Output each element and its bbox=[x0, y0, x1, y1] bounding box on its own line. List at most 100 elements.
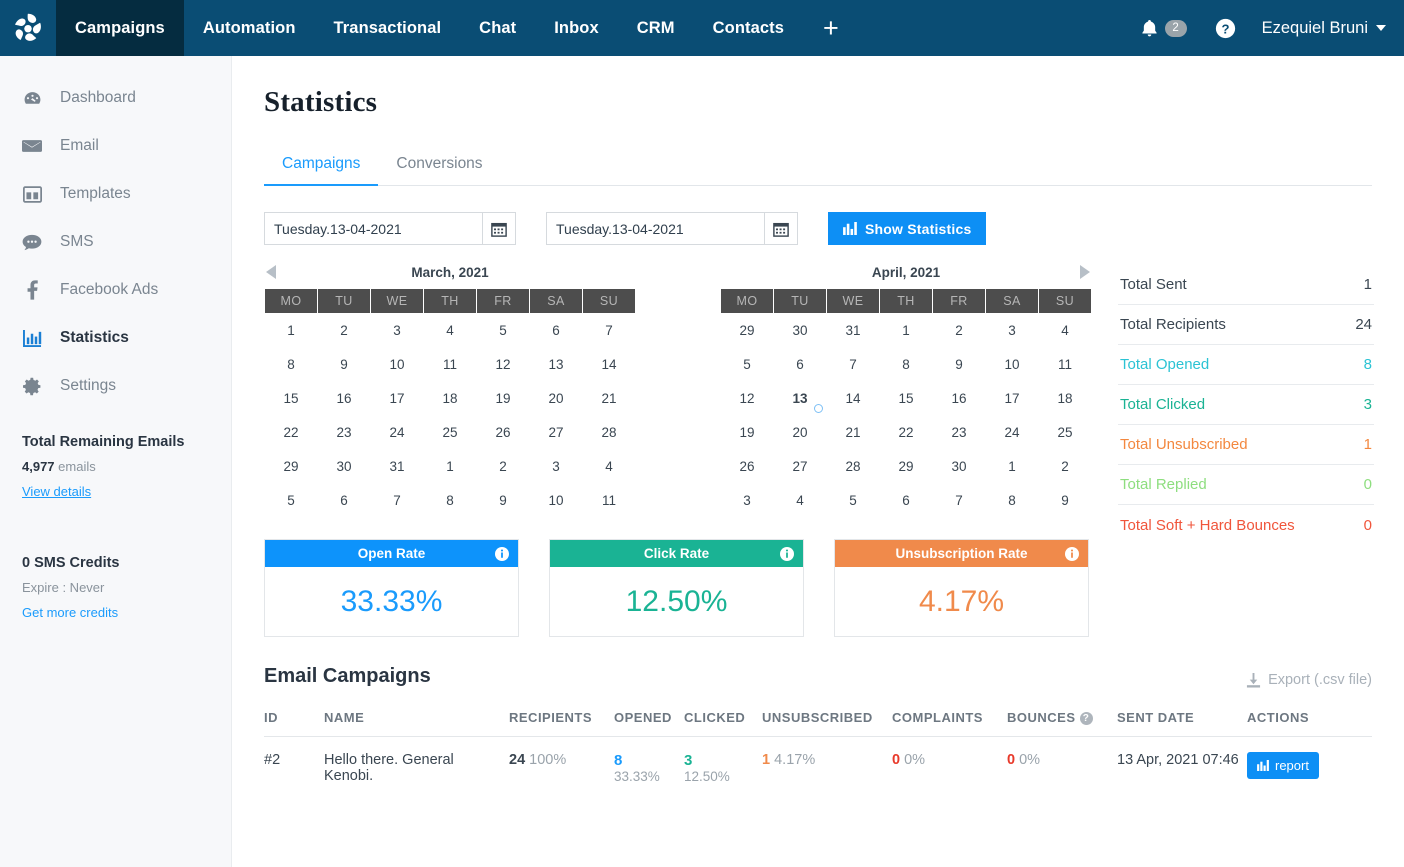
help-question-icon[interactable]: ? bbox=[1079, 712, 1093, 725]
tab-campaigns[interactable]: Campaigns bbox=[264, 146, 379, 186]
notifications-button[interactable]: 2 bbox=[1129, 19, 1199, 38]
calendar-day[interactable]: 1 bbox=[264, 313, 318, 348]
calendar-day[interactable]: 3 bbox=[529, 449, 583, 484]
calendar-day[interactable]: 29 bbox=[879, 449, 933, 484]
calendar-day[interactable]: 1 bbox=[985, 449, 1039, 484]
calendar-day-selected[interactable]: 13 bbox=[773, 381, 827, 416]
calendar-day[interactable]: 17 bbox=[985, 381, 1039, 416]
calendar-day[interactable]: 27 bbox=[773, 449, 827, 484]
calendar-day[interactable]: 8 bbox=[879, 347, 933, 382]
calendar-day[interactable]: 23 bbox=[932, 415, 986, 450]
calendar-day[interactable]: 10 bbox=[529, 483, 583, 518]
info-icon[interactable] bbox=[780, 546, 794, 561]
calendar-day[interactable]: 11 bbox=[582, 483, 636, 518]
calendar-day[interactable]: 11 bbox=[423, 347, 477, 382]
sidebar-item-facebook-ads[interactable]: Facebook Ads bbox=[0, 266, 231, 314]
calendar-day[interactable]: 12 bbox=[720, 381, 774, 416]
user-menu[interactable]: Ezequiel Bruni bbox=[1252, 19, 1386, 38]
date-to-calendar-button[interactable] bbox=[764, 212, 798, 245]
calendar-day[interactable]: 5 bbox=[826, 483, 880, 518]
calendar-day[interactable]: 14 bbox=[826, 381, 880, 416]
info-icon[interactable] bbox=[1065, 546, 1079, 561]
calendar-day[interactable]: 19 bbox=[720, 415, 774, 450]
calendar-day[interactable]: 23 bbox=[317, 415, 371, 450]
calendar-day[interactable]: 1 bbox=[879, 313, 933, 348]
calendar-day[interactable]: 25 bbox=[1038, 415, 1092, 450]
date-from-input[interactable] bbox=[264, 212, 482, 245]
calendar-day[interactable]: 9 bbox=[476, 483, 530, 518]
calendar-day[interactable]: 2 bbox=[317, 313, 371, 348]
calendar-day[interactable]: 8 bbox=[423, 483, 477, 518]
calendar-day[interactable]: 2 bbox=[1038, 449, 1092, 484]
nav-item-crm[interactable]: CRM bbox=[618, 0, 694, 56]
calendar-day[interactable]: 26 bbox=[476, 415, 530, 450]
calendar-day[interactable]: 31 bbox=[826, 313, 880, 348]
calendar-day[interactable]: 1 bbox=[423, 449, 477, 484]
get-more-credits-link[interactable]: Get more credits bbox=[22, 605, 118, 620]
tab-conversions[interactable]: Conversions bbox=[378, 146, 500, 186]
info-icon[interactable] bbox=[495, 546, 509, 561]
calendar-day[interactable]: 24 bbox=[985, 415, 1039, 450]
calendar-day[interactable]: 26 bbox=[720, 449, 774, 484]
nav-item-automation[interactable]: Automation bbox=[184, 0, 315, 56]
calendar-day[interactable]: 3 bbox=[720, 483, 774, 518]
calendar-day[interactable]: 18 bbox=[423, 381, 477, 416]
nav-item-contacts[interactable]: Contacts bbox=[694, 0, 803, 56]
calendar-day[interactable]: 27 bbox=[529, 415, 583, 450]
calendar-day[interactable]: 11 bbox=[1038, 347, 1092, 382]
calendar-day[interactable]: 4 bbox=[423, 313, 477, 348]
show-statistics-button[interactable]: Show Statistics bbox=[828, 212, 987, 245]
calendar-day[interactable]: 28 bbox=[582, 415, 636, 450]
nav-item-chat[interactable]: Chat bbox=[460, 0, 535, 56]
calendar-day[interactable]: 29 bbox=[264, 449, 318, 484]
export-csv-button[interactable]: Export (.csv file) bbox=[1246, 672, 1372, 688]
nav-item-campaigns[interactable]: Campaigns bbox=[56, 0, 184, 56]
date-from-calendar-button[interactable] bbox=[482, 212, 516, 245]
date-to-input[interactable] bbox=[546, 212, 764, 245]
sidebar-item-sms[interactable]: SMS bbox=[0, 218, 231, 266]
calendar-day[interactable]: 7 bbox=[582, 313, 636, 348]
calendar-day[interactable]: 2 bbox=[476, 449, 530, 484]
calendar-day[interactable]: 14 bbox=[582, 347, 636, 382]
calendar-day[interactable]: 6 bbox=[529, 313, 583, 348]
calendar-day[interactable]: 16 bbox=[932, 381, 986, 416]
calendar-day[interactable]: 6 bbox=[773, 347, 827, 382]
calendar-day[interactable]: 21 bbox=[582, 381, 636, 416]
calendar-day[interactable]: 15 bbox=[264, 381, 318, 416]
table-row[interactable]: #2 Hello there. General Kenobi. 24 100% … bbox=[264, 737, 1372, 801]
calendar-day[interactable]: 16 bbox=[317, 381, 371, 416]
calendar-next-arrow-icon[interactable] bbox=[1080, 265, 1090, 279]
calendar-day[interactable]: 9 bbox=[1038, 483, 1092, 518]
calendar-day[interactable]: 30 bbox=[932, 449, 986, 484]
calendar-day[interactable]: 4 bbox=[582, 449, 636, 484]
calendar-day[interactable]: 30 bbox=[317, 449, 371, 484]
calendar-day[interactable]: 7 bbox=[826, 347, 880, 382]
sidebar-item-dashboard[interactable]: Dashboard bbox=[0, 74, 231, 122]
calendar-day[interactable]: 7 bbox=[370, 483, 424, 518]
calendar-day[interactable]: 6 bbox=[879, 483, 933, 518]
sidebar-item-statistics[interactable]: Statistics bbox=[0, 314, 231, 362]
calendar-day[interactable]: 4 bbox=[1038, 313, 1092, 348]
calendar-day[interactable]: 8 bbox=[985, 483, 1039, 518]
calendar-day[interactable]: 18 bbox=[1038, 381, 1092, 416]
calendar-day[interactable]: 5 bbox=[476, 313, 530, 348]
nav-item-inbox[interactable]: Inbox bbox=[535, 0, 618, 56]
calendar-day[interactable]: 22 bbox=[264, 415, 318, 450]
sidebar-item-templates[interactable]: Templates bbox=[0, 170, 231, 218]
calendar-day[interactable]: 6 bbox=[317, 483, 371, 518]
view-details-link[interactable]: View details bbox=[22, 484, 91, 499]
calendar-day[interactable]: 19 bbox=[476, 381, 530, 416]
calendar-day[interactable]: 15 bbox=[879, 381, 933, 416]
calendar-day[interactable]: 12 bbox=[476, 347, 530, 382]
calendar-day[interactable]: 24 bbox=[370, 415, 424, 450]
nav-item-transactional[interactable]: Transactional bbox=[315, 0, 461, 56]
calendar-day[interactable]: 31 bbox=[370, 449, 424, 484]
calendar-day[interactable]: 3 bbox=[370, 313, 424, 348]
app-logo[interactable] bbox=[0, 0, 56, 56]
calendar-day[interactable]: 21 bbox=[826, 415, 880, 450]
calendar-day[interactable]: 17 bbox=[370, 381, 424, 416]
help-circle-icon[interactable]: ? bbox=[1215, 18, 1236, 39]
sidebar-item-settings[interactable]: Settings bbox=[0, 362, 231, 410]
calendar-day[interactable]: 28 bbox=[826, 449, 880, 484]
calendar-day[interactable]: 5 bbox=[720, 347, 774, 382]
